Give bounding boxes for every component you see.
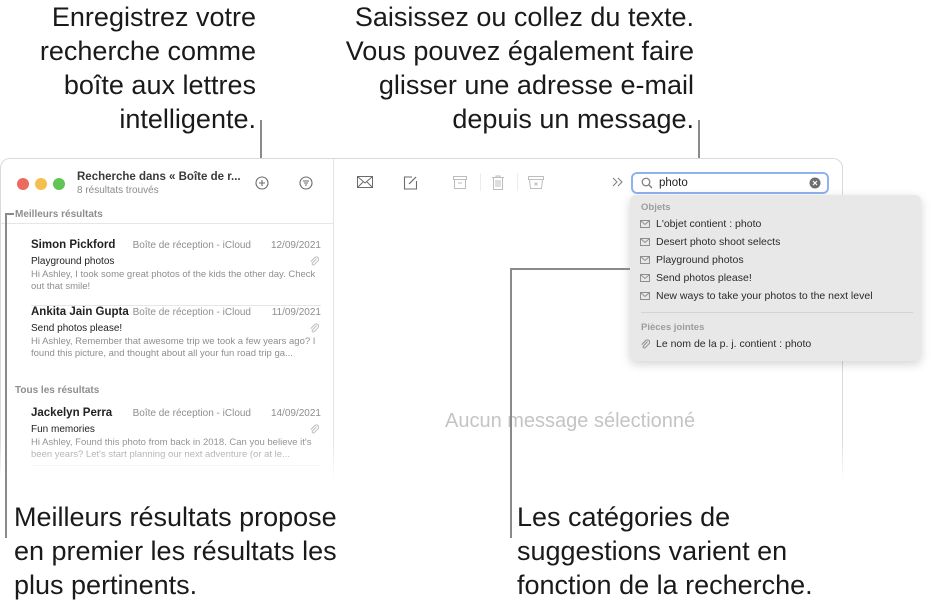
junk-button[interactable] (527, 174, 545, 190)
callout-line: Saisissez ou collez du texte. (354, 2, 694, 32)
message-sender: Jackelyn Perra (31, 407, 113, 419)
message-mailbox: Boîte de réception - iCloud (132, 307, 251, 318)
divider (31, 465, 321, 466)
message-subject: Playground photos (31, 256, 115, 267)
callout-line: en premier les résultats les (14, 536, 337, 566)
envelope-icon (640, 292, 650, 300)
minimize-button[interactable] (35, 178, 47, 190)
top-hits-label: Meilleurs résultats (15, 209, 103, 220)
attachment-icon (641, 339, 650, 349)
message-sender: Ankita Jain Gupta (31, 306, 129, 318)
divider (480, 173, 481, 191)
message-row[interactable]: Jackelyn Perra Boîte de réception - iClo… (31, 407, 321, 469)
close-button[interactable] (17, 178, 29, 190)
more-toolbar-button[interactable] (611, 175, 625, 189)
trash-button[interactable] (490, 173, 506, 191)
leader-line (510, 268, 512, 538)
callout-categories: Les catégories de suggestions varient en… (517, 500, 813, 602)
filter-icon (299, 176, 313, 190)
suggestion-item[interactable]: L'objet contient : photo (640, 218, 761, 230)
message-row[interactable]: Simon Pickford Boîte de réception - iClo… (31, 239, 321, 306)
divider (641, 312, 913, 313)
envelope-icon (640, 220, 650, 228)
clear-icon[interactable] (809, 177, 821, 189)
callout-line: recherche comme (39, 36, 256, 66)
callout-search-field: Saisissez ou collez du texte. Vous pouve… (290, 0, 694, 136)
message-mailbox: Boîte de réception - iCloud (132, 408, 251, 419)
message-row[interactable]: Ankita Jain Gupta Boîte de réception - i… (31, 306, 321, 368)
envelope-icon (640, 274, 650, 282)
callout-line: Vous pouvez également faire (345, 36, 694, 66)
subjects-header: Objets (641, 202, 671, 213)
search-icon (641, 177, 653, 189)
suggestion-label: New ways to take your photos to the next… (656, 290, 873, 302)
suggestion-item[interactable]: Send photos please! (640, 272, 752, 284)
callout-line: intelligente. (119, 104, 256, 134)
suggestion-label: Le nom de la p. j. contient : photo (656, 338, 812, 350)
attachment-icon (310, 424, 319, 434)
envelope-icon (640, 256, 650, 264)
message-subject: Fun memories (31, 424, 95, 435)
divider (1, 223, 333, 224)
callout-line: suggestions varient en (517, 536, 788, 566)
double-chevron-icon (612, 177, 623, 187)
suggestion-item[interactable]: Playground photos (640, 254, 744, 266)
callout-line: boîte aux lettres (63, 70, 256, 100)
suggestion-label: Playground photos (656, 254, 744, 266)
message-list-pane: Recherche dans « Boîte de r... 8 résulta… (1, 159, 334, 479)
message-preview: Hi Ashley, Found this photo from back in… (31, 437, 312, 460)
no-message-selected: Aucun message sélectionné (445, 410, 696, 432)
all-results-label: Tous les résultats (15, 385, 100, 396)
callout-line: glisser une adresse e-mail (378, 70, 694, 100)
message-sender: Simon Pickford (31, 239, 116, 251)
zoom-button[interactable] (53, 178, 65, 190)
search-suggestions: Objets L'objet contient : photo Desert p… (630, 195, 921, 361)
callout-line: depuis un message. (452, 104, 694, 134)
message-date: 11/09/2021 (271, 307, 321, 318)
divider (517, 173, 518, 191)
get-mail-button[interactable] (356, 174, 374, 190)
search-input[interactable] (659, 177, 799, 189)
callout-line: Enregistrez votre (51, 2, 256, 32)
callout-line: fonction de la recherche. (517, 570, 813, 600)
attachment-icon (310, 323, 319, 333)
envelope-icon (640, 238, 650, 246)
suggestion-label: Send photos please! (656, 272, 752, 284)
archive-button[interactable] (452, 174, 468, 190)
message-preview: Hi Ashley, Remember that awesome trip we… (31, 336, 316, 359)
callout-smart-mailbox: Enregistrez votre recherche comme boîte … (20, 0, 256, 136)
filter-button[interactable] (298, 175, 314, 191)
callout-line: plus pertinents. (14, 570, 198, 600)
callout-line: Les catégories de (517, 502, 731, 532)
leader-line (5, 213, 7, 538)
trash-icon (492, 175, 504, 190)
suggestion-item[interactable]: New ways to take your photos to the next… (640, 290, 873, 302)
compose-icon (403, 175, 417, 190)
attachments-header: Pièces jointes (641, 322, 705, 333)
message-date: 12/09/2021 (270, 240, 321, 251)
junk-icon (528, 175, 544, 189)
callout-top-hits: Meilleurs résultats propose en premier l… (14, 500, 337, 602)
suggestion-label: L'objet contient : photo (656, 218, 762, 230)
mailbox-title: Recherche dans « Boîte de r... (77, 171, 241, 183)
suggestion-label: Desert photo shoot selects (656, 236, 781, 248)
message-date: 14/09/2021 (270, 408, 321, 419)
leader-line (510, 268, 630, 270)
callout-line: Meilleurs résultats propose (14, 502, 337, 532)
message-subject: Send photos please! (31, 323, 123, 334)
result-count: 8 résultats trouvés (77, 185, 159, 196)
suggestion-item[interactable]: Le nom de la p. j. contient : photo (640, 338, 811, 350)
add-smart-mailbox-button[interactable] (254, 175, 270, 191)
add-circle-icon (255, 176, 269, 190)
archive-icon (453, 175, 467, 189)
attachment-icon (310, 256, 319, 266)
compose-button[interactable] (401, 173, 419, 191)
message-preview: Hi Ashley, I took some great photos of t… (31, 269, 316, 292)
suggestion-item[interactable]: Desert photo shoot selects (640, 236, 780, 248)
envelope-icon (357, 176, 373, 188)
message-mailbox: Boîte de réception - iCloud (132, 240, 251, 251)
search-field[interactable] (631, 172, 829, 194)
